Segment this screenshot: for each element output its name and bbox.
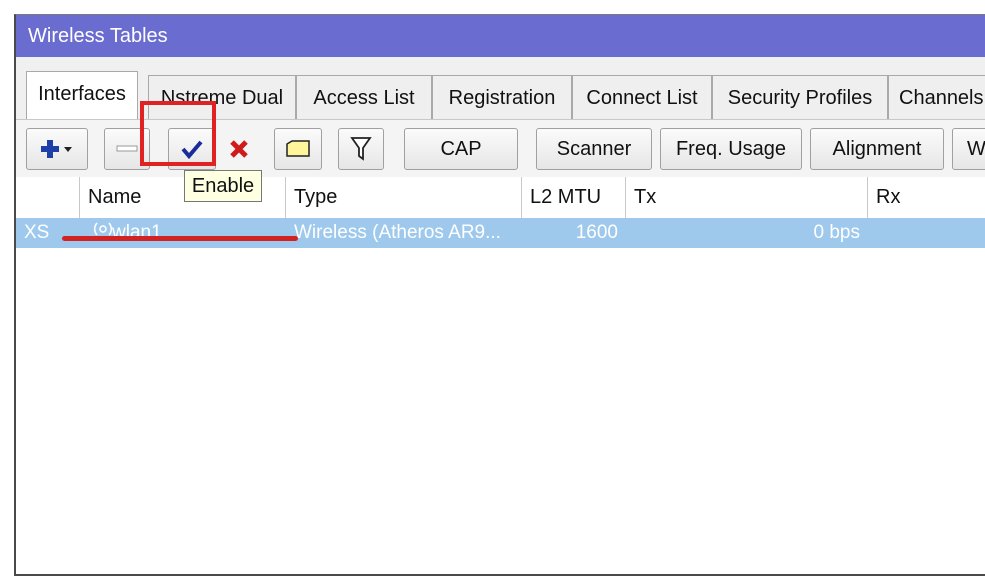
row-rx — [868, 218, 985, 248]
table-row[interactable]: XS wlan1 Wireless (Atheros AR9... 1600 0… — [16, 218, 985, 248]
tx-column-header[interactable]: Tx — [626, 177, 868, 218]
window-title: Wireless Tables — [16, 15, 985, 57]
alignment-button[interactable]: Alignment — [810, 128, 944, 170]
row-name: wlan1 — [80, 218, 286, 248]
tab-registration[interactable]: Registration — [432, 75, 572, 119]
tab-connect-list[interactable]: Connect List — [572, 75, 712, 119]
row-flags: XS — [24, 222, 50, 243]
scanner-button[interactable]: Scanner — [536, 128, 652, 170]
type-column-header[interactable]: Type — [286, 177, 522, 218]
wireless-tables-window: Wireless Tables Interfaces Nstreme Dual … — [14, 14, 985, 576]
row-l2mtu: 1600 — [575, 222, 618, 243]
wlan1-underline-annotation — [62, 236, 298, 241]
rx-column-header[interactable]: Rx — [868, 177, 985, 218]
add-button[interactable] — [26, 128, 88, 170]
tab-channels[interactable]: Channels — [888, 75, 985, 119]
wireless-sniffer-button[interactable]: W — [952, 128, 985, 170]
row-tx: 0 bps — [813, 222, 860, 243]
table-header: Name Type L2 MTU Tx Rx — [16, 177, 985, 219]
tab-access-list[interactable]: Access List — [296, 75, 432, 119]
filter-button[interactable] — [338, 128, 384, 170]
enable-tooltip: Enable — [184, 170, 262, 202]
flags-column-header[interactable] — [16, 177, 80, 218]
row-type: Wireless (Atheros AR9... — [294, 222, 501, 243]
enable-button-highlight — [140, 101, 216, 166]
tab-security-profiles[interactable]: Security Profiles — [712, 75, 888, 119]
freq-usage-button[interactable]: Freq. Usage — [660, 128, 802, 170]
disable-button[interactable] — [220, 128, 258, 170]
tab-interfaces[interactable]: Interfaces — [26, 71, 138, 119]
l2mtu-column-header[interactable]: L2 MTU — [522, 177, 626, 218]
cap-button[interactable]: CAP — [404, 128, 518, 170]
wireless-interface-icon — [93, 218, 113, 248]
comment-button[interactable] — [274, 128, 322, 170]
